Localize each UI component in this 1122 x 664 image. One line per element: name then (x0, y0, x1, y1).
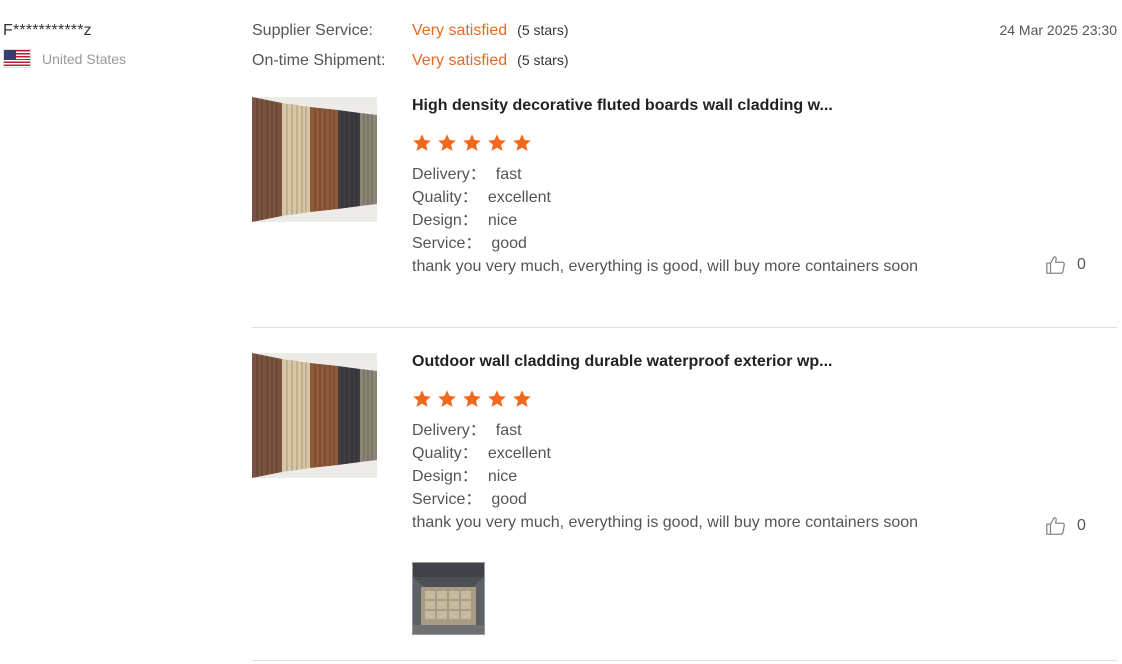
review-comment: thank you very much, everything is good,… (412, 258, 919, 275)
star-icon (488, 134, 506, 151)
like-count: 0 (1077, 517, 1086, 534)
star-icon (513, 134, 531, 151)
attr-delivery-label: Delivery： (412, 166, 486, 183)
star-icon (438, 134, 456, 151)
us-flag-icon (3, 49, 31, 68)
reviewer-name: F***********z (3, 22, 92, 39)
attr-quality: Quality： excellent (412, 442, 918, 465)
attr-design-value: nice (487, 468, 518, 485)
ontime-shipment-stars: (5 stars) (517, 52, 569, 68)
star-icon (488, 390, 506, 407)
attr-delivery: Delivery： fast (412, 163, 918, 186)
attr-service-label: Service： (412, 491, 482, 508)
like-count: 0 (1077, 256, 1086, 273)
star-icon (413, 390, 431, 407)
star-rating (412, 389, 532, 409)
review-photo-thumbnail[interactable] (412, 562, 485, 635)
review-comment: thank you very much, everything is good,… (412, 514, 919, 531)
supplier-service-stars: (5 stars) (517, 22, 569, 38)
product-thumbnail[interactable] (252, 353, 377, 478)
star-icon (463, 134, 481, 151)
attr-delivery-value: fast (495, 422, 522, 439)
attr-quality-label: Quality： (412, 445, 478, 462)
ontime-shipment-label: On-time Shipment: (252, 52, 386, 69)
attr-delivery-label: Delivery： (412, 422, 486, 439)
thumbs-up-icon (1046, 256, 1065, 274)
review-divider (252, 660, 1117, 661)
reviewer-info: F***********z United States (3, 22, 126, 68)
attr-quality-value: excellent (487, 189, 551, 206)
attr-quality-label: Quality： (412, 189, 478, 206)
attr-service: Service： good (412, 488, 918, 511)
like-button[interactable]: 0 (1045, 515, 1086, 537)
attr-service-value: good (491, 235, 527, 252)
product-title-link[interactable]: High density decorative fluted boards wa… (412, 97, 833, 115)
supplier-service-label: Supplier Service: (252, 22, 373, 39)
review-attributes: Delivery： fast Quality： excellent Design： n… (412, 419, 918, 534)
reviewer-country: United States (42, 50, 127, 67)
attr-design: Design： nice (412, 209, 918, 232)
review-divider (252, 327, 1117, 328)
attr-design-label: Design： (412, 212, 478, 229)
attr-quality-value: excellent (487, 445, 551, 462)
attr-quality: Quality： excellent (412, 186, 918, 209)
star-rating (412, 133, 532, 153)
supplier-service-value: Very satisfied (412, 22, 508, 39)
review-attributes: Delivery： fast Quality： excellent Design： n… (412, 163, 918, 278)
ontime-shipment-value: Very satisfied (412, 52, 508, 69)
supplier-service-row: Supplier Service: Very satisfied (5 star… (252, 22, 569, 52)
like-button[interactable]: 0 (1045, 254, 1086, 276)
attr-service-label: Service： (412, 235, 482, 252)
ontime-shipment-row: On-time Shipment: Very satisfied (5 star… (252, 52, 569, 82)
product-thumbnail[interactable] (252, 97, 377, 222)
review-date: 24 Mar 2025 23:30 (999, 22, 1117, 38)
attr-design-label: Design： (412, 468, 478, 485)
attr-delivery: Delivery： fast (412, 419, 918, 442)
thumbs-up-icon (1046, 517, 1065, 535)
product-title-link[interactable]: Outdoor wall cladding durable waterproof… (412, 353, 833, 371)
star-icon (438, 390, 456, 407)
service-ratings: Supplier Service: Very satisfied (5 star… (252, 22, 569, 82)
attr-delivery-value: fast (495, 166, 522, 183)
star-icon (463, 390, 481, 407)
star-icon (413, 134, 431, 151)
reviewer-country-row: United States (3, 49, 126, 68)
star-icon (513, 390, 531, 407)
attr-service: Service： good (412, 232, 918, 255)
attr-design: Design： nice (412, 465, 918, 488)
attr-design-value: nice (487, 212, 518, 229)
attr-service-value: good (491, 491, 527, 508)
